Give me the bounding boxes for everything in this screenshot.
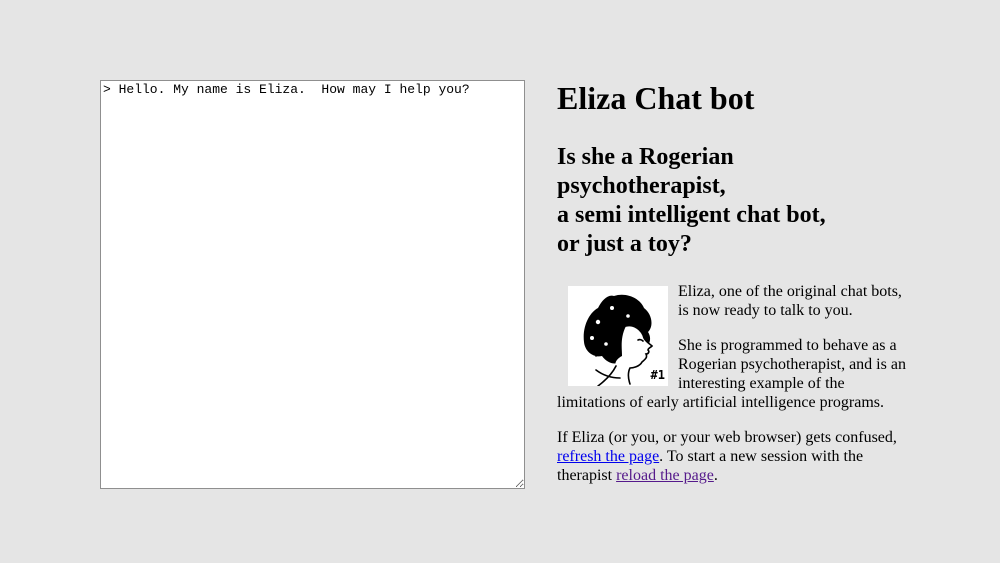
page-title: Eliza Chat bot bbox=[557, 80, 755, 116]
description: #1 Eliza, one of the original chat bots,… bbox=[557, 282, 909, 485]
portrait-number-label: #1 bbox=[650, 368, 665, 382]
help-text-end: . bbox=[713, 467, 718, 484]
help-text-start: If Eliza (or you, or your web browser) g… bbox=[557, 429, 897, 446]
subtitle-line: a semi intelligent chat bot, bbox=[557, 202, 826, 228]
subtitle-line: or just a toy? bbox=[557, 231, 692, 257]
page: > Hello. My name is Eliza. How may I hel… bbox=[0, 0, 1000, 563]
info-panel: Eliza Chat bot Is she a Rogerian psychot… bbox=[557, 74, 909, 501]
page-subtitle: Is she a Rogerian psychotherapist, a sem… bbox=[557, 143, 909, 259]
help-paragraph: If Eliza (or you, or your web browser) g… bbox=[557, 428, 909, 485]
chat-transcript-textarea[interactable]: > Hello. My name is Eliza. How may I hel… bbox=[100, 80, 525, 489]
subtitle-line: psychotherapist, bbox=[557, 173, 726, 199]
reload-page-link[interactable]: reload the page bbox=[616, 467, 714, 484]
refresh-page-link[interactable]: refresh the page bbox=[557, 448, 659, 465]
eliza-portrait-image: #1 bbox=[568, 286, 668, 386]
subtitle-line: Is she a Rogerian bbox=[557, 144, 734, 170]
